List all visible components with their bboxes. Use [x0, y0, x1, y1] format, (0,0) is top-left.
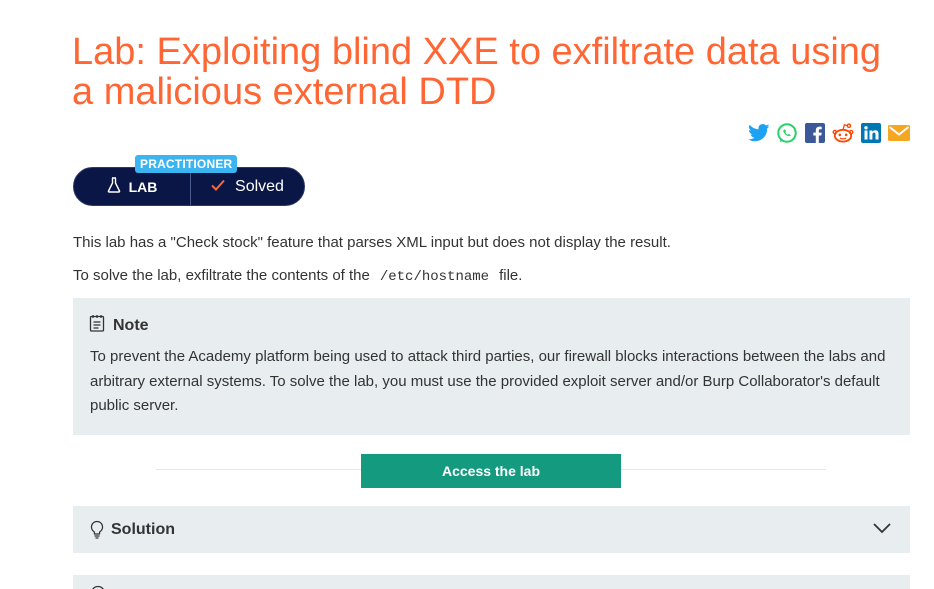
- lab-label: LAB: [128, 178, 158, 195]
- checkmark-icon: [211, 178, 225, 196]
- objective-prefix: To solve the lab, exfiltrate the content…: [73, 267, 370, 284]
- notepad-icon: [89, 314, 105, 337]
- solution-label: Solution: [111, 520, 175, 538]
- note-title: Note: [113, 316, 149, 334]
- lab-description: This lab has a "Check stock" feature tha…: [73, 234, 671, 251]
- difficulty-level-badge: PRACTITIONER: [135, 155, 238, 173]
- lab-label-section: LAB: [74, 168, 190, 205]
- reddit-icon[interactable]: [832, 122, 854, 144]
- community-solutions-accordion[interactable]: [73, 575, 910, 589]
- twitter-icon[interactable]: [748, 122, 770, 144]
- lab-badge: LAB Solved PRACTITIONER: [73, 155, 305, 206]
- note-heading: Note: [89, 314, 149, 337]
- share-bar: [748, 122, 910, 144]
- hostname-code: /etc/hostname: [379, 269, 490, 285]
- solution-accordion[interactable]: Solution: [73, 506, 910, 553]
- solved-status: Solved: [235, 177, 284, 195]
- chevron-down-icon[interactable]: [872, 521, 892, 539]
- page-title: Lab: Exploiting blind XXE to exfiltrate …: [72, 31, 882, 113]
- info-icon: [90, 585, 106, 589]
- access-lab-button[interactable]: Access the lab: [361, 454, 621, 488]
- lab-objective: To solve the lab, exfiltrate the content…: [73, 267, 522, 285]
- email-icon[interactable]: [888, 122, 910, 144]
- solved-section: Solved: [191, 168, 304, 205]
- lightbulb-icon: [89, 520, 105, 540]
- note-panel: Note To prevent the Academy platform bei…: [73, 298, 910, 435]
- objective-suffix: file.: [499, 267, 523, 284]
- note-text: To prevent the Academy platform being us…: [90, 348, 886, 414]
- facebook-icon[interactable]: [804, 122, 826, 144]
- whatsapp-icon[interactable]: [776, 122, 798, 144]
- flask-icon: [107, 177, 121, 196]
- linkedin-icon[interactable]: [860, 122, 882, 144]
